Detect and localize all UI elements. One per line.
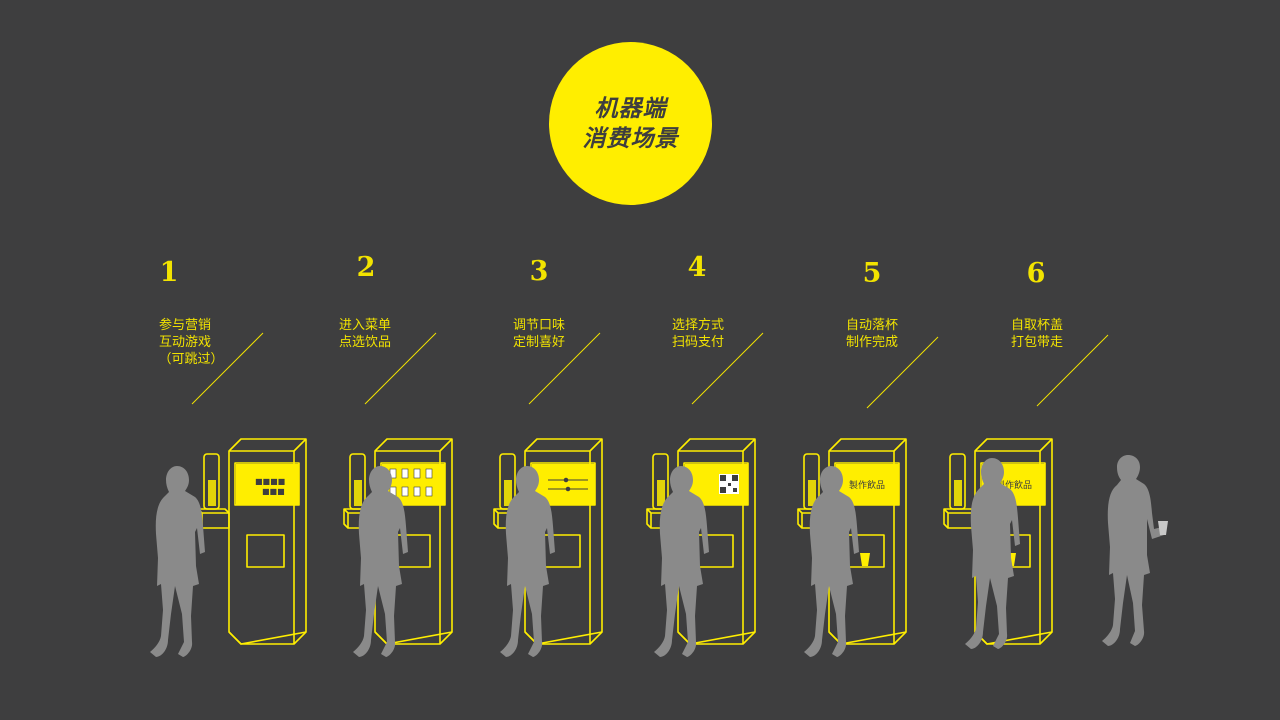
person-silhouette-1: [150, 466, 205, 657]
kiosk-1: ■■■■ ■■■: [197, 438, 307, 645]
cup-icon: [860, 553, 870, 566]
qr-code-icon: [719, 474, 739, 494]
connector-line-6: [1036, 334, 1109, 407]
kiosk-1-screen-art: ■■■■: [255, 477, 285, 486]
kiosk-5-screen-text: 製作飲品: [849, 479, 885, 491]
connector-line-4: [691, 332, 764, 405]
connector-line-3: [528, 332, 601, 405]
connector-line-2: [364, 332, 437, 405]
connector-line-1: [191, 332, 264, 405]
kiosk-scene: ■■■■ ■■■ 製作飲品 製作飲品: [150, 332, 1168, 657]
kiosk-1-screen-art-2: ■■■: [262, 487, 285, 496]
person-silhouette-7: [1102, 455, 1164, 646]
connector-line-5: [866, 336, 939, 409]
